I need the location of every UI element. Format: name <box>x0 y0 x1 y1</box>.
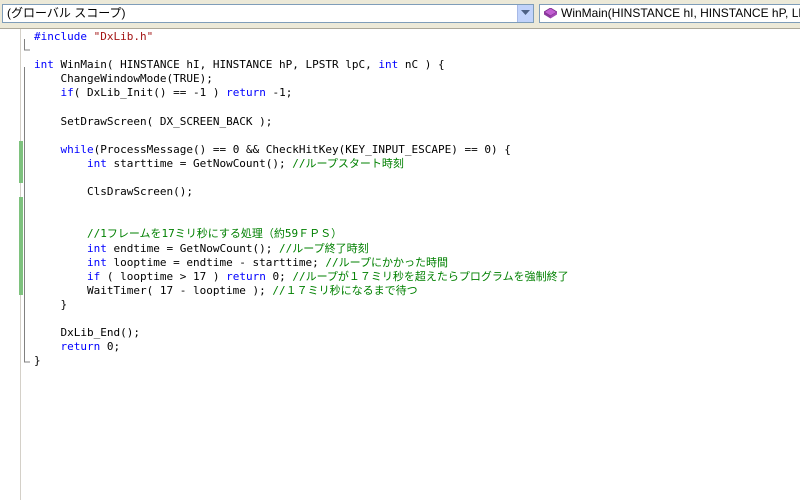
code-text: endtime = GetNowCount(); <box>106 242 280 255</box>
code-text: DxLib_End(); <box>60 326 140 339</box>
keyword: int <box>86 242 107 255</box>
member-combo-value: WinMain(HINSTANCE hI, HINSTANCE hP, LPST… <box>561 6 800 20</box>
code-line: if ( looptime > 17 ) return 0; //ループが１７ミ… <box>34 270 569 284</box>
code-text: WinMain( HINSTANCE hI, HINSTANCE hP, LPS… <box>53 58 379 71</box>
code-text: SetDrawScreen( DX_SCREEN_BACK ); <box>60 115 273 128</box>
code-text: ( looptime > 17 ) <box>100 270 227 283</box>
keyword: return <box>226 86 266 99</box>
code-text: looptime = endtime - starttime; <box>106 256 326 269</box>
code-line: ChangeWindowMode(TRUE); <box>34 72 213 86</box>
code-line: while(ProcessMessage() == 0 && CheckHitK… <box>34 143 511 157</box>
code-comment: //ループにかかった時間 <box>325 256 448 269</box>
code-text: ChangeWindowMode(TRUE); <box>60 72 213 85</box>
code-text: 0; <box>100 340 121 353</box>
change-marker <box>19 197 23 295</box>
code-line: WaitTimer( 17 - looptime ); //１７ミリ秒になるまで… <box>34 284 418 298</box>
preprocessor-directive: #include <box>34 30 87 43</box>
keyword: return <box>226 270 266 283</box>
code-comment: //１７ミリ秒になるまで待つ <box>272 284 418 297</box>
code-line: ClsDrawScreen(); <box>34 185 193 199</box>
code-text: -1; <box>265 86 293 99</box>
code-line: DxLib_End(); <box>34 326 140 340</box>
member-combo[interactable]: WinMain(HINSTANCE hI, HINSTANCE hP, LPST… <box>539 4 800 23</box>
code-line: } <box>34 354 41 368</box>
editor-gutter <box>0 29 21 500</box>
keyword: if <box>60 86 74 99</box>
code-line: int looptime = endtime - starttime; //ルー… <box>34 256 448 270</box>
outline-guides <box>24 39 30 363</box>
code-comment: //1フレームを17ミリ秒にする処理（約59ＦＰＳ） <box>86 227 343 240</box>
keyword: return <box>60 340 101 353</box>
code-comment: //ループスタート時刻 <box>292 157 404 170</box>
keyword: int <box>378 58 399 71</box>
code-text: ( DxLib_Init() == -1 ) <box>73 86 227 99</box>
keyword: while <box>60 143 94 156</box>
code-line: } <box>34 298 68 312</box>
code-text: (ProcessMessage() == 0 && CheckHitKey(KE… <box>93 143 511 156</box>
code-line: int WinMain( HINSTANCE hI, HINSTANCE hP,… <box>34 58 445 72</box>
scope-combo-value: (グローバル スコープ) <box>7 6 126 20</box>
string-literal: "DxLib.h" <box>93 30 154 43</box>
code-text: 0; <box>265 270 293 283</box>
code-line: #include "DxLib.h" <box>34 30 153 44</box>
code-line: int endtime = GetNowCount(); //ループ終了時刻 <box>34 242 369 256</box>
method-icon <box>544 8 557 19</box>
code-line: SetDrawScreen( DX_SCREEN_BACK ); <box>34 115 273 129</box>
code-text: starttime = GetNowCount(); <box>106 157 293 170</box>
code-line: return 0; <box>34 340 121 354</box>
keyword: int <box>86 157 107 170</box>
code-text: ClsDrawScreen(); <box>86 185 193 198</box>
keyword: int <box>86 256 107 269</box>
scope-combo[interactable]: (グローバル スコープ) <box>2 4 534 23</box>
change-marker <box>19 141 23 183</box>
code-comment: //ループ終了時刻 <box>279 242 369 255</box>
code-comment: //ループが１７ミリ秒を超えたらプログラムを強制終了 <box>292 270 569 283</box>
code-text: WaitTimer( 17 - looptime ); <box>86 284 273 297</box>
code-line: if( DxLib_Init() == -1 ) return -1; <box>34 86 293 100</box>
code-text: } <box>60 298 68 311</box>
code-editor[interactable]: #include "DxLib.h" int WinMain( HINSTANCE… <box>34 29 800 500</box>
keyword: int <box>34 58 54 71</box>
code-line: //1フレームを17ミリ秒にする処理（約59ＦＰＳ） <box>34 227 342 241</box>
editor-navigation-bar: (グローバル スコープ) WinMain(HINSTANCE hI, HINST… <box>0 0 800 29</box>
code-text: } <box>34 354 41 367</box>
keyword: if <box>86 270 101 283</box>
chevron-down-icon[interactable] <box>517 5 533 22</box>
code-line: int starttime = GetNowCount(); //ループスタート… <box>34 157 404 171</box>
code-text: nC ) { <box>398 58 445 71</box>
